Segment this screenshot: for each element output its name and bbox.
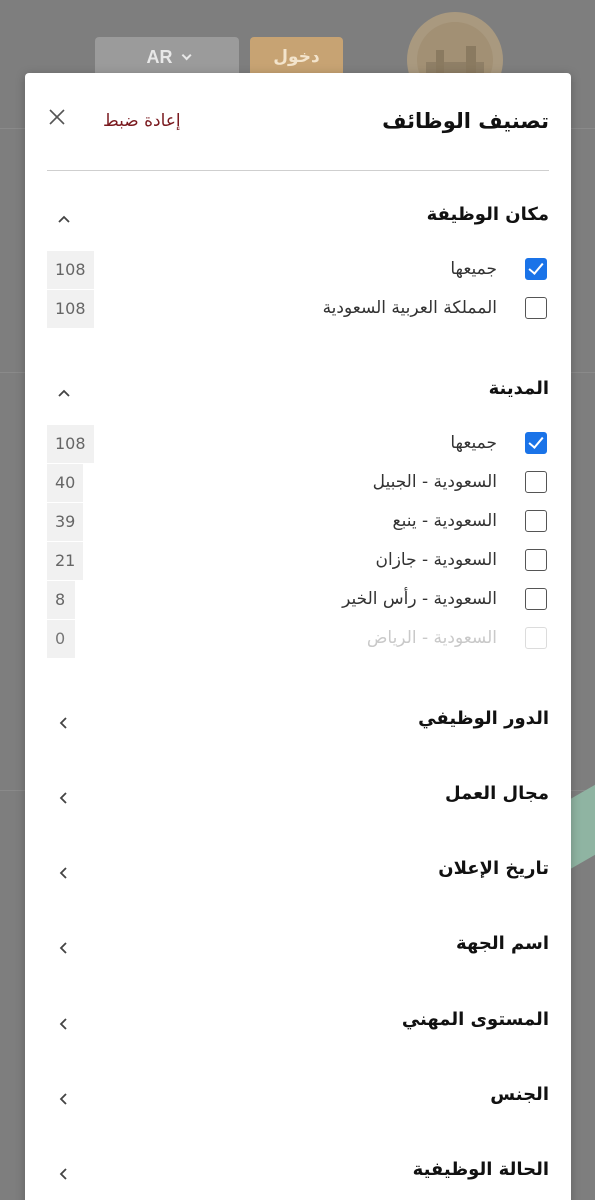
option-city-jubail[interactable]: 40 السعودية - الجبيل [47, 464, 549, 503]
panel-header: تصنيف الوظائف إعادة ضبط [25, 73, 571, 171]
option-count: 108 [47, 251, 94, 289]
checkbox-checked[interactable] [525, 432, 547, 454]
option-count: 108 [47, 425, 94, 463]
option-count: 21 [47, 542, 84, 580]
option-count: 39 [47, 503, 84, 541]
section-title-city: المدينة [488, 378, 549, 399]
section-title-job-location: مكان الوظيفة [426, 204, 549, 225]
option-label: السعودية - الرياض [366, 628, 497, 648]
section-title: الحالة الوظيفية [412, 1159, 549, 1180]
option-job-location-all[interactable]: 108 جميعها [47, 251, 549, 290]
language-label: AR [146, 46, 173, 67]
header-divider [47, 170, 549, 171]
option-city-all[interactable]: 108 جميعها [47, 425, 549, 464]
chevron-left-icon[interactable] [53, 1163, 75, 1185]
option-label: جميعها [450, 259, 497, 279]
section-title: المستوى المهني [401, 1009, 549, 1030]
section-work-field[interactable]: مجال العمل [25, 777, 571, 817]
option-count: 8 [47, 581, 75, 619]
chevron-left-icon[interactable] [53, 1088, 75, 1110]
option-label: جميعها [450, 433, 497, 453]
option-job-location-saudi[interactable]: 108 المملكة العربية السعودية [47, 290, 549, 329]
section-employer-name[interactable]: اسم الجهة [25, 927, 571, 967]
checkbox-disabled [525, 627, 547, 649]
option-label: السعودية - ينبع [392, 511, 497, 531]
reset-button[interactable]: إعادة ضبط [103, 111, 181, 131]
option-count: 40 [47, 464, 84, 502]
checkbox[interactable] [525, 588, 547, 610]
section-job-role[interactable]: الدور الوظيفي [25, 702, 571, 742]
chevron-left-icon[interactable] [53, 1013, 75, 1035]
job-filter-panel: تصنيف الوظائف إعادة ضبط مكان الوظيفة 108… [25, 73, 571, 1200]
option-count: 108 [47, 290, 94, 328]
chevron-left-icon[interactable] [53, 712, 75, 734]
chevron-left-icon[interactable] [53, 937, 75, 959]
section-title: الدور الوظيفي [418, 708, 549, 729]
chevron-down-icon [181, 49, 192, 60]
section-career-level[interactable]: المستوى المهني [25, 1003, 571, 1043]
language-selector[interactable]: AR [95, 37, 239, 77]
section-title: تاريخ الإعلان [438, 858, 549, 879]
checkbox[interactable] [525, 297, 547, 319]
option-city-riyadh: 0 السعودية - الرياض [47, 620, 549, 659]
panel-title: تصنيف الوظائف [382, 109, 549, 133]
chevron-left-icon[interactable] [53, 862, 75, 884]
chevron-up-icon[interactable] [53, 382, 75, 404]
option-city-ras-al-khair[interactable]: 8 السعودية - رأس الخير [47, 581, 549, 620]
option-city-jazan[interactable]: 21 السعودية - جازان [47, 542, 549, 581]
checkbox-checked[interactable] [525, 258, 547, 280]
option-label: المملكة العربية السعودية [322, 298, 497, 318]
option-label: السعودية - الجبيل [372, 472, 497, 492]
section-gender[interactable]: الجنس [25, 1078, 571, 1118]
login-label: دخول [273, 47, 320, 67]
section-job-status[interactable]: الحالة الوظيفية [25, 1153, 571, 1193]
option-count: 0 [47, 620, 75, 658]
option-label: السعودية - رأس الخير [342, 589, 497, 609]
checkbox[interactable] [525, 510, 547, 532]
checkbox[interactable] [525, 471, 547, 493]
option-label: السعودية - جازان [375, 550, 497, 570]
section-title: الجنس [490, 1084, 549, 1105]
login-button[interactable]: دخول [250, 37, 343, 77]
section-title: اسم الجهة [456, 933, 549, 954]
option-city-yanbu[interactable]: 39 السعودية - ينبع [47, 503, 549, 542]
checkbox[interactable] [525, 549, 547, 571]
close-icon[interactable] [45, 105, 69, 129]
chevron-up-icon[interactable] [53, 208, 75, 230]
chevron-left-icon[interactable] [53, 787, 75, 809]
section-title: مجال العمل [445, 783, 549, 804]
section-posting-date[interactable]: تاريخ الإعلان [25, 852, 571, 892]
